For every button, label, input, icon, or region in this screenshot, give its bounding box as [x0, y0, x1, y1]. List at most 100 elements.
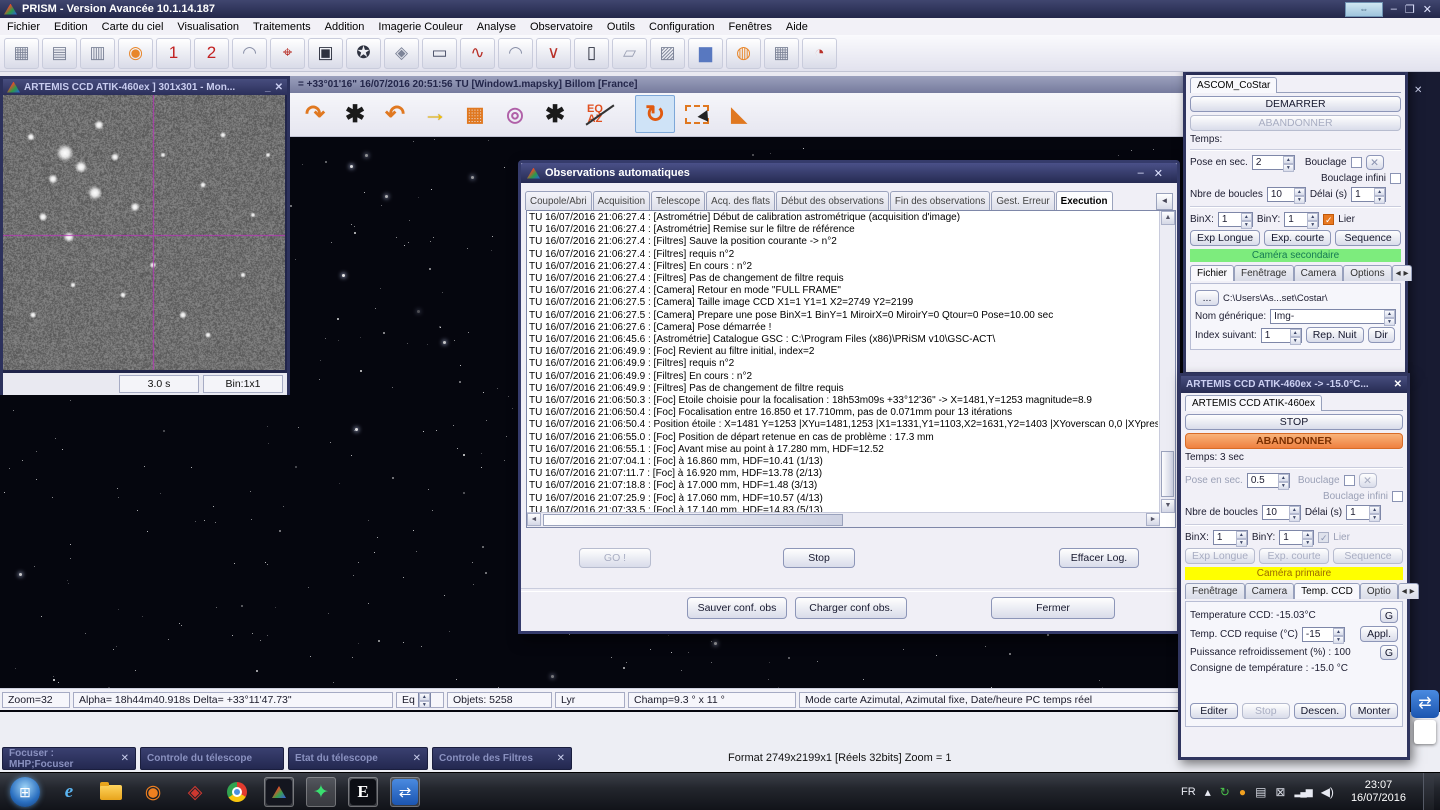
biny-spinner[interactable]: 1▲▼ — [1279, 530, 1314, 545]
menu-item[interactable]: Traitements — [246, 21, 318, 33]
window-switcher-button[interactable]: ⇔ — [1345, 2, 1383, 17]
select-region-icon[interactable] — [677, 95, 717, 133]
toolbar-icon[interactable]: ▭ — [422, 38, 457, 69]
costar-start-button[interactable]: DEMARRER — [1190, 96, 1401, 112]
close-icon[interactable]: ✕ — [551, 753, 565, 764]
tab-gest-erreur[interactable]: Gest. Erreur — [991, 191, 1054, 210]
exp-longue-button[interactable]: Exp Longue — [1190, 230, 1260, 246]
tab-temp-ccd[interactable]: Temp. CCD — [1294, 583, 1360, 599]
close-icon[interactable]: ✕ — [115, 753, 129, 764]
artemis-abort-button[interactable]: ABANDONNER — [1185, 433, 1403, 449]
lier-checkbox[interactable] — [1323, 214, 1334, 225]
toolbar-icon[interactable]: ◠ — [232, 38, 267, 69]
skymap-titlebar[interactable]: = +33°01'16" 16/07/2016 20:51:56 TU [Win… — [290, 76, 1185, 93]
menu-item[interactable]: Imagerie Couleur — [371, 21, 469, 33]
tab-fin-des-observations[interactable]: Fin des observations — [890, 191, 990, 210]
ephemeris-icon[interactable]: ▦ — [455, 95, 495, 133]
bouclage-infini-checkbox[interactable] — [1392, 491, 1403, 502]
toolbar-icon[interactable]: ▨ — [650, 38, 685, 69]
toolbar-icon[interactable]: 1 — [156, 38, 191, 69]
rep-nuit-button[interactable]: Rep. Nuit — [1306, 327, 1364, 343]
menu-item[interactable]: Analyse — [470, 21, 523, 33]
scroll-right-icon[interactable]: ► — [1146, 513, 1160, 526]
dialog-close-button[interactable]: ✕ — [1154, 167, 1163, 180]
tab-scroll-left-icon[interactable]: ◄ — [1156, 193, 1173, 210]
scroll-thumb[interactable] — [543, 514, 843, 526]
go-button[interactable]: GO ! — [579, 548, 651, 568]
scroll-up-icon[interactable]: ▲ — [1161, 211, 1175, 225]
minimized-window-telescope-control[interactable]: Controle du télescope — [140, 747, 284, 770]
menu-item[interactable]: Outils — [600, 21, 642, 33]
exp-courte-button[interactable]: Exp. courte — [1264, 230, 1331, 246]
monter-button[interactable]: Monter — [1350, 703, 1398, 719]
menu-item[interactable]: Observatoire — [523, 21, 600, 33]
toolbar-icon[interactable]: ▆ — [688, 38, 723, 69]
menu-item[interactable]: Configuration — [642, 21, 721, 33]
ccd-minimize-button[interactable]: _ — [265, 82, 271, 93]
scroll-left-icon[interactable]: ◄ — [527, 513, 541, 526]
goto-icon[interactable]: → — [415, 95, 455, 133]
stop-cooling-button[interactable]: Stop — [1242, 703, 1290, 719]
toolbar-icon[interactable]: ◍ — [726, 38, 761, 69]
toolbar-icon[interactable]: ∨ — [536, 38, 571, 69]
volume-icon[interactable]: ◀) — [1321, 785, 1334, 799]
tab-options[interactable]: Optio — [1360, 583, 1398, 599]
toolbar-icon[interactable]: 2 — [194, 38, 229, 69]
toolbar-icon[interactable]: ⌖ — [270, 38, 305, 69]
minimized-window-filters-control[interactable]: Controle des Filtres✕ — [432, 747, 572, 770]
minimized-window-focuser[interactable]: Focuser : MHP;Focuser✕ — [2, 747, 136, 770]
flip-north-icon[interactable]: ↶ — [375, 95, 415, 133]
toolbar-icon[interactable]: ◈ — [384, 38, 419, 69]
menu-item[interactable]: Addition — [318, 21, 372, 33]
zoom-out-icon[interactable]: ✱ — [535, 95, 575, 133]
delai-spinner[interactable]: 1▲▼ — [1351, 187, 1386, 202]
eq-az-toggle-icon[interactable]: EQAZ — [575, 95, 615, 133]
artemis-close-button[interactable]: ✕ — [1394, 379, 1402, 390]
bouclage-infini-checkbox[interactable] — [1390, 173, 1401, 184]
boucles-spinner[interactable]: 10▲▼ — [1267, 187, 1306, 202]
tab-fichier[interactable]: Fichier — [1190, 265, 1234, 281]
boucles-spinner[interactable]: 10▲▼ — [1262, 505, 1301, 520]
close-dialog-button[interactable]: Fermer — [991, 597, 1115, 619]
scroll-thumb[interactable] — [1161, 451, 1174, 497]
orange-app-tray-icon[interactable]: ● — [1239, 785, 1246, 799]
app-icon[interactable]: ◈ — [180, 777, 210, 807]
sequence-button[interactable]: Sequence — [1335, 230, 1401, 246]
toolbar-icon[interactable]: ◠ — [498, 38, 533, 69]
dialog-minimize-button[interactable]: – — [1138, 167, 1144, 179]
tab-acquisition[interactable]: Acquisition — [593, 191, 650, 210]
bouclage-checkbox[interactable] — [1351, 157, 1362, 168]
binx-spinner[interactable]: 1▲▼ — [1218, 212, 1253, 227]
toolbar-icon[interactable]: ▦ — [764, 38, 799, 69]
tab-telescope[interactable]: Telescope — [651, 191, 705, 210]
status-frame-select[interactable]: Eq ▲▼ — [396, 692, 444, 708]
ccd-image[interactable] — [3, 95, 285, 370]
tab-execution[interactable]: Execution — [1056, 191, 1113, 210]
chrome-icon[interactable] — [222, 777, 252, 807]
toolbar-icon[interactable]: ◔ — [802, 38, 837, 69]
stop-button[interactable]: Stop — [783, 548, 855, 568]
close-icon[interactable]: ✕ — [1414, 85, 1422, 96]
start-button[interactable]: ⊞ — [10, 777, 40, 807]
toolbar-icon[interactable]: ▯ — [574, 38, 609, 69]
signal-strength-icon[interactable]: ▂▄▆ — [1294, 787, 1311, 798]
tray-expand-icon[interactable]: ▴ — [1205, 785, 1211, 799]
toolbar-icon[interactable]: ▣ — [308, 38, 343, 69]
cancel-loop-button[interactable]: ✕ — [1359, 473, 1377, 488]
tab-acq-des-flats[interactable]: Acq. des flats — [706, 191, 775, 210]
tab-artemis-ccd[interactable]: ARTEMIS CCD ATIK-460ex — [1185, 395, 1322, 411]
tab-camera[interactable]: Camera — [1245, 583, 1295, 599]
internet-explorer-icon[interactable]: e — [54, 777, 84, 807]
close-button[interactable]: ✕ — [1423, 3, 1432, 16]
close-icon[interactable]: ✕ — [407, 753, 421, 764]
teamviewer-taskbar-icon[interactable]: ⇄ — [390, 777, 420, 807]
toolbar-icon[interactable]: ▦ — [4, 38, 39, 69]
ccd-close-button[interactable]: ✕ — [275, 82, 283, 93]
toolbar-icon[interactable]: ✪ — [346, 38, 381, 69]
frame-spinner[interactable]: ▲▼ — [418, 692, 431, 707]
log-horizontal-scrollbar[interactable]: ◄ ► — [527, 512, 1160, 527]
artemis-stop-button[interactable]: STOP — [1185, 414, 1403, 430]
tab-camera[interactable]: Camera — [1294, 265, 1344, 281]
bouclage-checkbox[interactable] — [1344, 475, 1355, 486]
tab-scroll-icons[interactable]: ◂ ▸ — [1398, 583, 1419, 599]
